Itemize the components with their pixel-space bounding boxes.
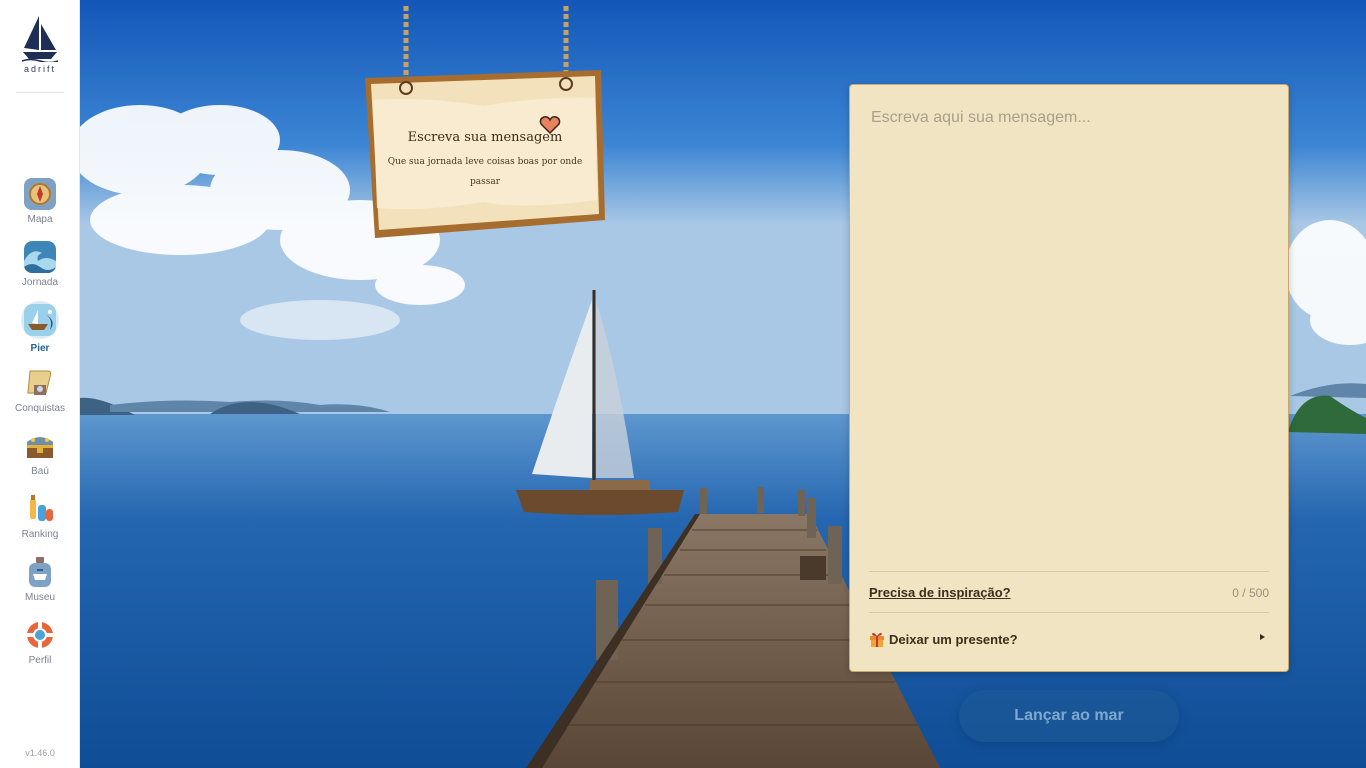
app-logo[interactable]: adrift <box>0 14 80 74</box>
launch-to-sea-button[interactable]: Lançar ao mar <box>959 690 1179 742</box>
inspiration-link[interactable]: Precisa de inspiração? <box>869 585 1011 600</box>
message-textarea[interactable] <box>869 107 1273 571</box>
character-counter: 0 / 500 <box>1232 586 1269 600</box>
sign-subtitle: Que sua jornada leve coisas boas por ond… <box>387 157 583 187</box>
sign-title: Escreva sua mensagem <box>407 130 563 145</box>
hanging-wooden-sign: Escreva sua mensagem Que sua jornada lev… <box>363 0 607 240</box>
gift-toggle[interactable]: Deixar um presente? <box>869 631 1269 651</box>
boat-wave-icon <box>24 304 56 336</box>
panel-divider <box>869 612 1269 613</box>
sidebar-item-label: Perfil <box>28 655 52 666</box>
heart-icon <box>539 116 561 135</box>
expand-arrow-icon <box>1260 634 1265 640</box>
app-version: v1.46.0 <box>25 748 55 758</box>
sailboat-logo-icon <box>21 16 59 62</box>
gift-label: Deixar um presente? <box>889 632 1018 647</box>
treasure-chest-icon <box>24 430 56 462</box>
sidebar-item-museu[interactable]: Museu <box>0 556 80 612</box>
sidebar-item-label: Jornada <box>21 277 59 288</box>
bottles-icon <box>24 493 56 525</box>
panel-divider <box>869 571 1269 572</box>
sidebar-item-perfil[interactable]: Perfil <box>0 619 80 675</box>
message-panel: Precisa de inspiração? 0 / 500 Deixar um… <box>849 84 1289 672</box>
active-indicator <box>21 301 59 339</box>
gift-icon <box>870 632 884 647</box>
sidebar-item-jornada[interactable]: Jornada <box>0 241 80 297</box>
sidebar-item-label: Pier <box>30 343 50 354</box>
sidebar-item-label: Ranking <box>21 529 59 540</box>
sidebar-item-conquistas[interactable]: Conquistas <box>0 367 80 423</box>
wood-sign-board-icon <box>365 6 605 238</box>
lifebuoy-icon <box>24 619 56 651</box>
wave-icon <box>24 241 56 273</box>
sidebar-item-label: Mapa <box>27 214 53 225</box>
app-name: adrift <box>23 64 56 74</box>
sidebar-item-label: Conquistas <box>14 403 66 414</box>
sidebar-item-pier[interactable]: Pier <box>0 301 80 360</box>
sidebar: adrift Mapa Jornada Pier Conquistas Baú <box>0 0 80 768</box>
sidebar-item-bau[interactable]: Baú <box>0 430 80 486</box>
trophy-scroll-icon <box>24 367 56 399</box>
sidebar-divider <box>16 92 64 93</box>
sidebar-item-label: Museu <box>24 592 55 603</box>
sidebar-item-mapa[interactable]: Mapa <box>0 178 80 234</box>
bottle-museum-icon <box>24 556 56 588</box>
compass-icon <box>24 178 56 210</box>
sidebar-item-label: Baú <box>31 466 49 477</box>
sidebar-item-ranking[interactable]: Ranking <box>0 493 80 549</box>
